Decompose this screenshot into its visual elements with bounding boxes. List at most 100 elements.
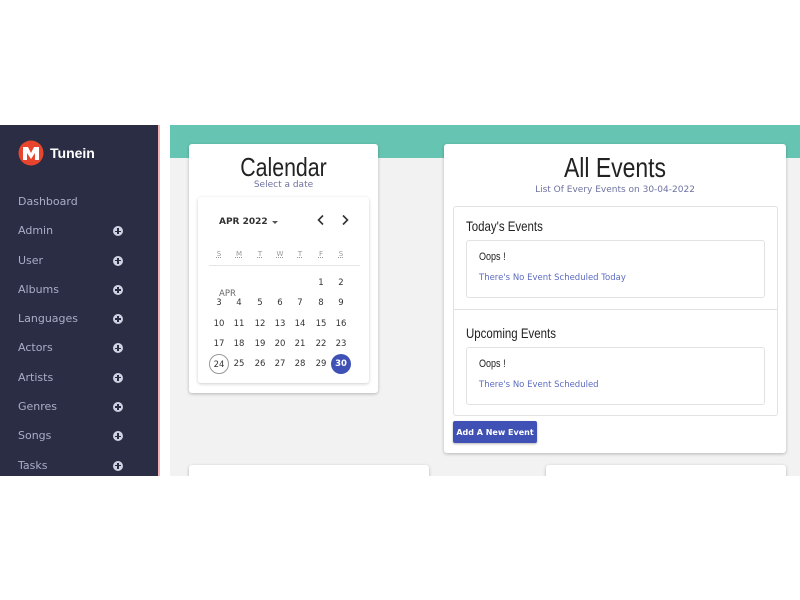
calendar-day[interactable]: 28 — [290, 354, 310, 374]
calendar-day[interactable]: 4 — [229, 293, 249, 313]
calendar-day[interactable]: 29 — [311, 354, 331, 374]
calendar-day[interactable]: 14 — [290, 314, 310, 334]
message-body: There's No Event Scheduled Today — [479, 273, 626, 283]
plus-circle-icon[interactable] — [113, 460, 123, 471]
sidebar-item-label: Albums — [18, 282, 59, 296]
plus-circle-icon[interactable] — [113, 343, 123, 354]
upcoming-events-heading: Upcoming Events — [466, 325, 556, 341]
calendar-day[interactable]: 6 — [270, 293, 290, 313]
add-new-event-button[interactable]: Add A New Event — [453, 421, 537, 443]
plus-circle-icon[interactable] — [113, 431, 123, 442]
sidebar-nav: Dashboard Admin User Albums Languages Actors A… — [0, 188, 158, 476]
brand[interactable]: Tunein — [18, 139, 95, 167]
weekday-header: M — [235, 250, 243, 258]
sidebar-item-label: User — [18, 253, 44, 267]
calendar-card: Calendar Select a date APR 2022 APR SMTW… — [189, 144, 378, 393]
events-divider — [454, 309, 777, 310]
sidebar-item-artists[interactable]: Artists — [0, 364, 158, 393]
calendar-day[interactable]: 20 — [270, 334, 290, 354]
plus-circle-icon[interactable] — [113, 255, 123, 266]
calendar-day[interactable]: 30 — [331, 354, 351, 374]
weekday-header: S — [338, 250, 344, 258]
calendar-day[interactable]: 1 — [311, 273, 331, 293]
calendar-day[interactable]: 3 — [209, 293, 229, 313]
message-body: There's No Event Scheduled — [479, 380, 599, 390]
calendar-title: Calendar — [240, 152, 327, 182]
calendar-day[interactable]: 11 — [229, 314, 249, 334]
plus-circle-icon[interactable] — [113, 402, 123, 413]
todays-events-heading: Today's Events — [466, 218, 543, 234]
plus-circle-icon[interactable] — [113, 226, 123, 237]
date-picker: APR 2022 APR S M T W T F S 1 2 3 4 5 6 7 8 9 10 11 12 13 14 1… — [198, 197, 369, 383]
message-title: Oops ! — [479, 251, 506, 263]
calendar-day[interactable]: 10 — [209, 314, 229, 334]
sidebar-item-label: Admin — [18, 224, 54, 238]
month-year-button[interactable]: APR 2022 — [219, 217, 278, 227]
sidebar-item-label: Tasks — [18, 458, 48, 472]
calendar-day[interactable]: 9 — [331, 293, 351, 313]
bottom-card-right — [546, 465, 786, 476]
sidebar-item-admin[interactable]: Admin — [0, 217, 158, 246]
month-year-label: APR 2022 — [219, 217, 268, 227]
sidebar-item-label: Artists — [18, 370, 54, 384]
previous-month-button[interactable] — [313, 212, 329, 228]
weekday-header: T — [257, 250, 263, 258]
calendar-day[interactable]: 16 — [331, 314, 351, 334]
chevron-right-icon — [342, 214, 349, 226]
calendar-day[interactable]: 15 — [311, 314, 331, 334]
weekday-header: F — [318, 250, 324, 258]
calendar-day[interactable]: 7 — [290, 293, 310, 313]
sidebar-item-songs[interactable]: Songs — [0, 422, 158, 451]
sidebar-item-label: Dashboard — [18, 195, 78, 208]
calendar-subtitle: Select a date — [253, 180, 314, 190]
sidebar-item-languages[interactable]: Languages — [0, 305, 158, 334]
sidebar-item-label: Genres — [18, 400, 58, 414]
brand-name: Tunein — [50, 145, 95, 161]
calendar-day[interactable]: 27 — [270, 354, 290, 374]
calendar-day[interactable]: 2 — [331, 273, 351, 293]
calendar-day[interactable]: 18 — [229, 334, 249, 354]
app-viewport: Tunein Dashboard Admin User Albums Languages… — [0, 125, 800, 476]
plus-circle-icon[interactable] — [113, 284, 123, 295]
caret-down-icon — [271, 220, 278, 224]
events-panel: Today's Events Oops ! There's No Event S… — [453, 206, 778, 416]
sidebar-item-label: Languages — [18, 312, 79, 326]
sidebar-item-label: Songs — [18, 429, 52, 443]
sidebar-item-user[interactable]: User — [0, 247, 158, 276]
events-title: All Events — [563, 152, 667, 183]
bottom-card-left — [189, 465, 429, 476]
calendar-day[interactable]: 23 — [331, 334, 351, 354]
calendar-day[interactable]: 26 — [250, 354, 270, 374]
sidebar-item-genres[interactable]: Genres — [0, 393, 158, 422]
plus-circle-icon[interactable] — [113, 314, 123, 325]
calendar-day[interactable]: 8 — [311, 293, 331, 313]
calendar-day[interactable]: 13 — [270, 314, 290, 334]
calendar-day[interactable]: 17 — [209, 334, 229, 354]
calendar-day[interactable]: 25 — [229, 354, 249, 374]
sidebar-item-dashboard[interactable]: Dashboard — [0, 188, 158, 217]
sidebar-item-label: Actors — [18, 341, 53, 355]
upcoming-events-message: Oops ! There's No Event Scheduled — [466, 347, 765, 405]
calendar-day[interactable]: 21 — [290, 334, 310, 354]
todays-events-message: Oops ! There's No Event Scheduled Today — [466, 240, 765, 298]
calendar-day[interactable]: 22 — [311, 334, 331, 354]
weekday-header: W — [276, 250, 284, 258]
chevron-left-icon — [317, 214, 324, 226]
next-month-button[interactable] — [337, 212, 353, 228]
message-title: Oops ! — [479, 358, 506, 370]
weekday-divider — [209, 265, 360, 266]
brand-logo-icon — [18, 140, 44, 166]
events-card: All Events List Of Every Events on 30-04… — [444, 144, 786, 453]
weekday-header: T — [297, 250, 303, 258]
calendar-day[interactable]: 19 — [250, 334, 270, 354]
sidebar-item-tasks[interactable]: Tasks — [0, 452, 158, 476]
calendar-day[interactable]: 12 — [250, 314, 270, 334]
weekday-header: S — [216, 250, 222, 258]
sidebar-item-albums[interactable]: Albums — [0, 276, 158, 305]
calendar-day[interactable]: 5 — [250, 293, 270, 313]
sidebar-item-actors[interactable]: Actors — [0, 334, 158, 363]
plus-circle-icon[interactable] — [113, 372, 123, 383]
events-subtitle: List Of Every Events on 30-04-2022 — [535, 185, 695, 195]
sidebar: Tunein Dashboard Admin User Albums Languages… — [0, 125, 158, 476]
calendar-day[interactable]: 24 — [209, 354, 229, 374]
